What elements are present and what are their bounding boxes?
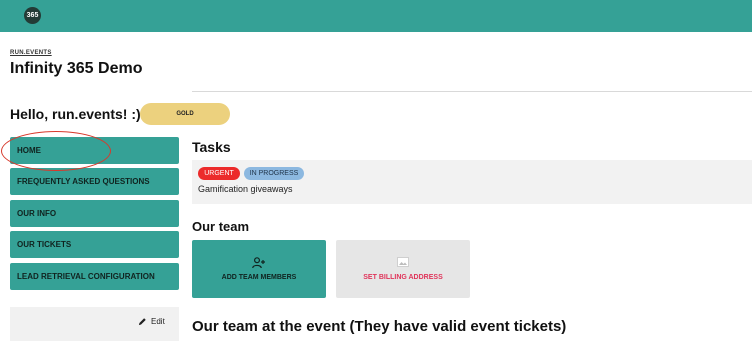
add-person-icon: [252, 257, 265, 269]
tier-badge: GOLD: [140, 103, 230, 125]
header-divider: [192, 91, 752, 92]
organization-link[interactable]: RUN.EVENTS: [10, 50, 52, 56]
image-icon: [397, 257, 409, 267]
edit-label: Edit: [151, 317, 165, 326]
tasks-title: Tasks: [192, 139, 231, 155]
set-billing-address-label: SET BILLING ADDRESS: [363, 274, 443, 281]
nav-item-lead-retrieval[interactable]: LEAD RETRIEVAL CONFIGURATION: [10, 263, 179, 290]
edit-button[interactable]: Edit: [138, 317, 165, 326]
nav-item-faq[interactable]: FREQUENTLY ASKED QUESTIONS: [10, 168, 179, 195]
top-bar: 365: [0, 0, 752, 32]
add-team-members-label: ADD TEAM MEMBERS: [221, 274, 297, 281]
app-logo[interactable]: 365: [24, 7, 41, 24]
team-title: Our team: [192, 219, 250, 234]
home-highlight-circle: [1, 131, 111, 171]
urgent-tag: URGENT: [198, 167, 240, 180]
set-billing-address-button[interactable]: SET BILLING ADDRESS: [336, 240, 470, 298]
nav-item-our-tickets[interactable]: OUR TICKETS: [10, 231, 179, 258]
task-name: Gamification giveaways: [198, 184, 293, 194]
in-progress-tag: IN PROGRESS: [244, 167, 304, 180]
add-team-members-button[interactable]: ADD TEAM MEMBERS: [192, 240, 326, 298]
greeting-text: Hello, run.events! :): [10, 106, 141, 122]
page-title: Infinity 365 Demo: [10, 60, 143, 77]
event-team-title: Our team at the event (They have valid e…: [192, 318, 567, 335]
nav-item-our-info[interactable]: OUR INFO: [10, 200, 179, 227]
pencil-icon: [138, 318, 146, 326]
